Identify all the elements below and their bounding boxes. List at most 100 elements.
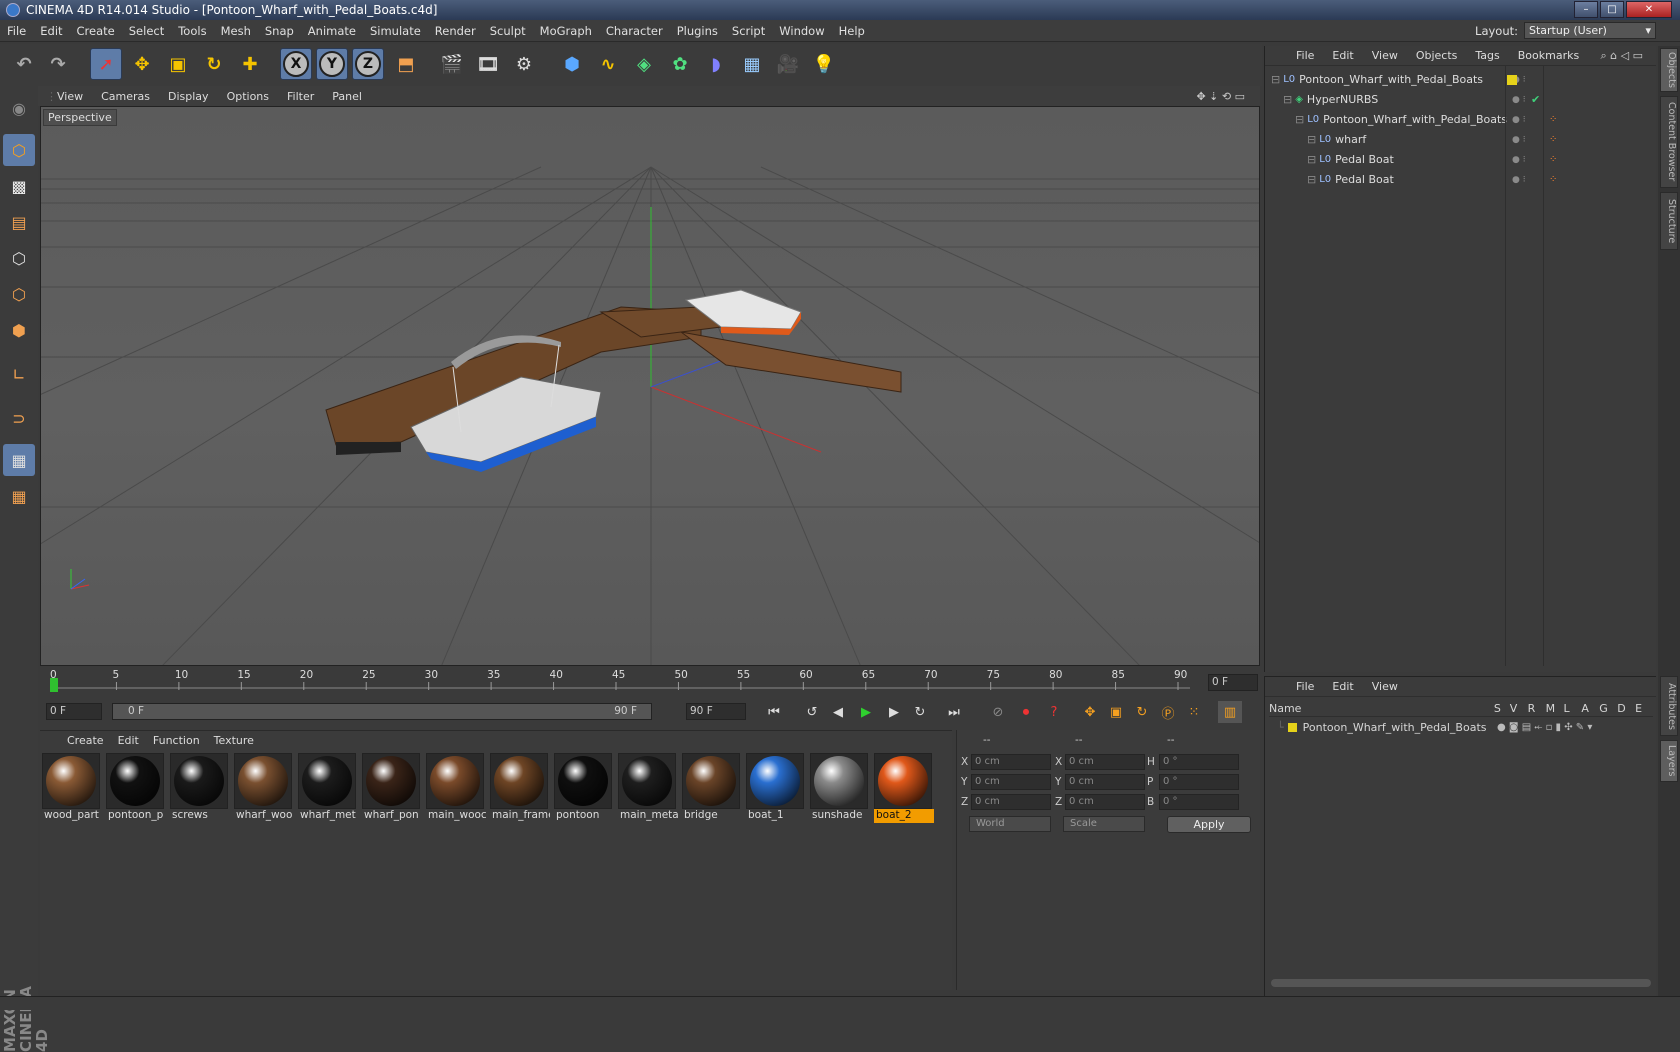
- viewport-menu-options[interactable]: Options: [218, 90, 278, 103]
- menu-animate[interactable]: Animate: [301, 24, 363, 38]
- apply-button[interactable]: Apply: [1167, 816, 1251, 833]
- expand-toggle-icon[interactable]: ⊟: [1307, 173, 1316, 186]
- start-frame-field[interactable]: 0 F: [46, 703, 102, 720]
- layer-row[interactable]: └ Pontoon_Wharf_with_Pedal_Boats ● ◙ ▤ ⤝…: [1269, 719, 1653, 736]
- record-active-icon[interactable]: ⊘: [986, 701, 1010, 723]
- expand-toggle-icon[interactable]: ⊟: [1295, 113, 1304, 126]
- object-tree-row[interactable]: ⊟ L0 Pontoon_Wharf_with_Pedal_Boats ● ⁝: [1265, 70, 1657, 89]
- minimize-button[interactable]: –: [1574, 1, 1598, 18]
- coord-value-field[interactable]: 0 cm: [971, 754, 1051, 770]
- layer-col-v[interactable]: V: [1510, 702, 1528, 715]
- coord-value-field[interactable]: 0 cm: [971, 794, 1051, 810]
- workplane-lock-icon[interactable]: ▦: [3, 444, 35, 476]
- material-swatch[interactable]: wharf_met: [298, 753, 358, 825]
- menu-mograph[interactable]: MoGraph: [533, 24, 599, 38]
- coord-value-field[interactable]: 0 °: [1159, 774, 1239, 790]
- render-settings-icon[interactable]: ⚙: [508, 48, 540, 80]
- menu-tools[interactable]: Tools: [171, 24, 213, 38]
- visibility-dots-icon[interactable]: ● ⁝: [1512, 115, 1526, 125]
- layer-toggles-icons[interactable]: ● ◙ ▤ ⤝ ▫ ▮ ✣ ✎ ▾: [1497, 722, 1592, 733]
- viewport-navigation-icons[interactable]: ✥ ⇣ ⟲ ▭: [1187, 90, 1254, 103]
- material-menu-texture[interactable]: Texture: [207, 734, 261, 747]
- object-menu-edit[interactable]: Edit: [1323, 49, 1362, 62]
- layer-menu-view[interactable]: View: [1363, 680, 1407, 693]
- maximize-button[interactable]: □: [1600, 1, 1624, 18]
- coord-value-field[interactable]: 0 cm: [1065, 774, 1145, 790]
- tab-attributes[interactable]: Attributes: [1660, 676, 1678, 736]
- camera-icon[interactable]: 🎥: [772, 48, 804, 80]
- layer-col-l[interactable]: L: [1563, 702, 1581, 715]
- render-picture-viewer-icon[interactable]: 🎞: [472, 48, 504, 80]
- move-tool-icon[interactable]: ✥: [126, 48, 158, 80]
- floor-scene-icon[interactable]: ▦: [736, 48, 768, 80]
- array-icon[interactable]: ✿: [664, 48, 696, 80]
- make-editable-icon[interactable]: ◉: [3, 92, 35, 124]
- material-swatch[interactable]: wood_part: [42, 753, 102, 825]
- key-parameter-icon[interactable]: Ⓟ: [1156, 701, 1180, 723]
- material-swatch[interactable]: main_wooc: [426, 753, 486, 825]
- key-scale-icon[interactable]: ▣: [1104, 701, 1128, 723]
- menu-snap[interactable]: Snap: [258, 24, 301, 38]
- spline-pen-icon[interactable]: ∿: [592, 48, 624, 80]
- expand-toggle-icon[interactable]: ⊟: [1307, 153, 1316, 166]
- coordinate-space-dropdown[interactable]: World: [969, 816, 1051, 832]
- object-search-icons[interactable]: ⌕ ⌂ ◁ ▭: [1592, 49, 1653, 63]
- expand-toggle-icon[interactable]: ⊟: [1307, 133, 1316, 146]
- keyframe-selection-icon[interactable]: ?: [1042, 701, 1066, 723]
- texture-tag-icon[interactable]: ⁘: [1549, 134, 1557, 145]
- layer-color-swatch[interactable]: [1507, 74, 1517, 85]
- menu-character[interactable]: Character: [599, 24, 670, 38]
- tab-structure[interactable]: Structure: [1660, 192, 1678, 250]
- nurbs-icon[interactable]: ◈: [628, 48, 660, 80]
- go-to-start-icon[interactable]: ⏮: [762, 701, 786, 723]
- material-swatch[interactable]: wharf_woo: [234, 753, 294, 825]
- model-mode-icon[interactable]: ⬡: [3, 134, 35, 166]
- menu-help[interactable]: Help: [832, 24, 872, 38]
- timeline-window-icon[interactable]: ▥: [1218, 701, 1242, 723]
- frame-range-slider[interactable]: 0 F 90 F: [112, 703, 652, 720]
- material-swatch[interactable]: boat_2: [874, 753, 934, 825]
- object-tree-row[interactable]: ⊟ L0 wharf ● ⁝ ⁘: [1265, 130, 1657, 149]
- material-menu-create[interactable]: Create: [60, 734, 111, 747]
- polygons-mode-icon[interactable]: ⬢: [3, 314, 35, 346]
- object-tree-row[interactable]: ⊟ ◈ HyperNURBS ● ⁝ ✔: [1265, 90, 1657, 109]
- layer-col-a[interactable]: A: [1581, 702, 1599, 715]
- tab-layers[interactable]: Layers: [1660, 740, 1678, 782]
- material-menu-edit[interactable]: Edit: [111, 734, 146, 747]
- layer-col-m[interactable]: M: [1546, 702, 1564, 715]
- expand-toggle-icon[interactable]: ⊟: [1271, 73, 1280, 86]
- layer-col-d[interactable]: D: [1617, 702, 1635, 715]
- menu-edit[interactable]: Edit: [33, 24, 69, 38]
- object-tree-row[interactable]: ⊟ L0 Pedal Boat ● ⁝ ⁘: [1265, 170, 1657, 189]
- viewport-menu-cameras[interactable]: Cameras: [92, 90, 159, 103]
- next-frame-icon[interactable]: ▶: [882, 701, 906, 723]
- coord-value-field[interactable]: 0 °: [1159, 754, 1239, 770]
- layer-col-r[interactable]: R: [1528, 702, 1546, 715]
- menu-window[interactable]: Window: [772, 24, 831, 38]
- visibility-dots-icon[interactable]: ● ⁝: [1512, 175, 1526, 185]
- 3d-viewport[interactable]: Perspective: [40, 106, 1260, 666]
- material-swatch[interactable]: wharf_pon: [362, 753, 422, 825]
- light-icon[interactable]: 💡: [808, 48, 840, 80]
- material-swatch[interactable]: main_frame: [490, 753, 550, 825]
- coordinate-system-icon[interactable]: ⬒: [390, 48, 422, 80]
- menu-create[interactable]: Create: [70, 24, 122, 38]
- menu-select[interactable]: Select: [122, 24, 171, 38]
- visibility-dots-icon[interactable]: ● ⁝: [1512, 135, 1526, 145]
- viewport-menu-view[interactable]: View: [48, 90, 92, 103]
- material-swatch[interactable]: pontoon_p: [106, 753, 166, 825]
- layer-menu-edit[interactable]: Edit: [1323, 680, 1362, 693]
- deformer-icon[interactable]: ◗: [700, 48, 732, 80]
- texture-tag-icon[interactable]: ⁘: [1549, 174, 1557, 185]
- viewport-menu-display[interactable]: Display: [159, 90, 218, 103]
- key-pla-icon[interactable]: ⁙: [1182, 701, 1206, 723]
- menu-plugins[interactable]: Plugins: [670, 24, 725, 38]
- object-tree-row[interactable]: ⊟ L0 Pontoon_Wharf_with_Pedal_Boats ● ⁝ ⁘: [1265, 110, 1657, 129]
- layer-col-e[interactable]: E: [1635, 702, 1653, 715]
- timeline-ruler[interactable]: 0 5 10 15 20 25 30 35 40 45 50 55 60 65 70 75 80 85 90 0 F: [40, 668, 1260, 696]
- object-menu-bookmarks[interactable]: Bookmarks: [1509, 49, 1588, 62]
- menu-sculpt[interactable]: Sculpt: [483, 24, 533, 38]
- object-menu-view[interactable]: View: [1363, 49, 1407, 62]
- render-view-icon[interactable]: 🎬: [436, 48, 468, 80]
- enabled-check-icon[interactable]: ✔: [1531, 93, 1540, 106]
